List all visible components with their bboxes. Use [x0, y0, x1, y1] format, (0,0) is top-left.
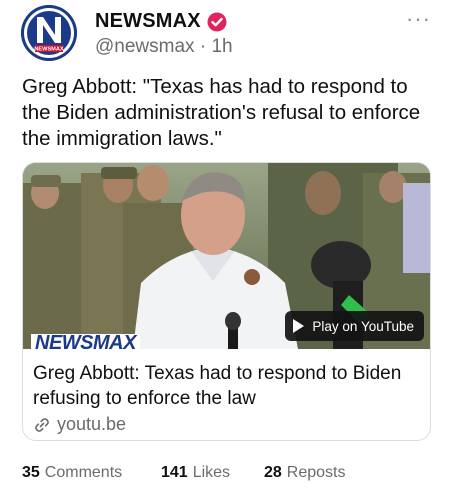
link-card-domain: youtu.be — [57, 414, 127, 434]
meta-separator: · — [199, 36, 207, 57]
author-display-name[interactable]: NEWSMAX — [95, 10, 201, 33]
reposts-stat[interactable]: 28 Reposts — [264, 464, 346, 482]
link-icon — [35, 417, 49, 432]
author-name-row: NEWSMAX — [95, 10, 227, 33]
author-handle[interactable]: @newsmax — [95, 36, 195, 57]
reposts-count: 28 — [264, 464, 282, 481]
play-icon — [293, 319, 305, 333]
play-on-youtube-label: Play on YouTube — [312, 318, 414, 334]
reposts-label: Reposts — [286, 464, 346, 481]
newsmax-logo-icon: NEWSMAX — [21, 5, 77, 61]
likes-label: Likes — [192, 464, 231, 481]
newsmax-watermark: NEWSMAX — [31, 334, 140, 349]
post-timestamp: 1h — [211, 36, 233, 57]
link-preview-card[interactable]: NEWSMAX Play on YouTube Greg Abbott: Tex… — [22, 162, 431, 441]
comments-count: 35 — [22, 464, 40, 481]
author-meta: @newsmax · 1h — [95, 36, 233, 58]
play-on-youtube-button[interactable]: Play on YouTube — [285, 311, 424, 341]
likes-count: 141 — [161, 464, 188, 481]
comments-stat[interactable]: 35 Comments — [22, 464, 122, 482]
svg-text:NEWSMAX: NEWSMAX — [34, 47, 63, 53]
link-card-title[interactable]: Greg Abbott: Texas had to respond to Bid… — [33, 361, 425, 411]
post-text: Greg Abbott: "Texas has had to respond t… — [22, 75, 421, 150]
link-card-domain-row[interactable]: youtu.be — [33, 414, 126, 435]
comments-label: Comments — [44, 464, 123, 481]
video-thumbnail[interactable]: NEWSMAX Play on YouTube — [23, 163, 430, 349]
more-options-icon[interactable]: ··· — [406, 6, 431, 32]
avatar[interactable]: NEWSMAX — [21, 5, 77, 61]
likes-stat[interactable]: 141 Likes — [161, 464, 230, 482]
verified-badge-icon — [207, 12, 227, 31]
